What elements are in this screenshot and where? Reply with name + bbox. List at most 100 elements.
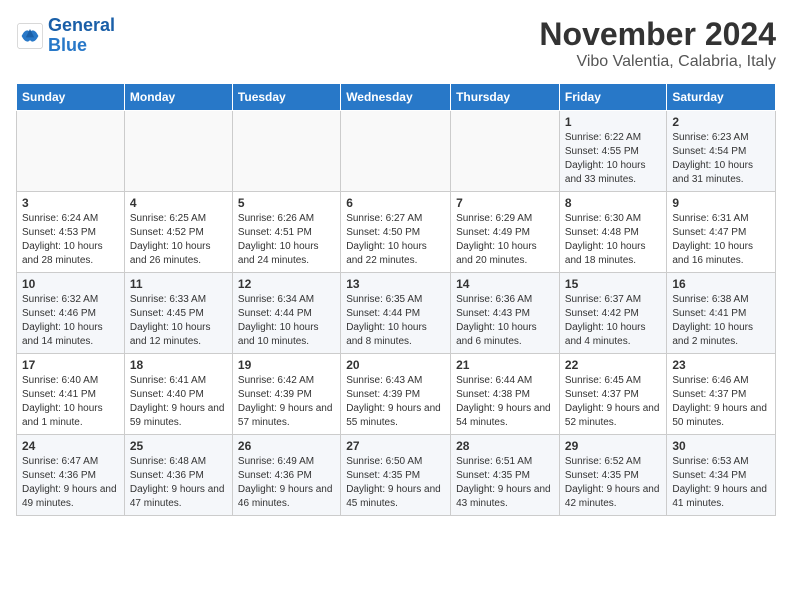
day-info: Sunrise: 6:25 AM Sunset: 4:52 PM Dayligh…	[130, 212, 227, 268]
calendar-cell: 9 Sunrise: 6:31 AM Sunset: 4:47 PM Daylig…	[667, 192, 776, 273]
day-number: 11	[130, 277, 227, 291]
day-info: Sunrise: 6:31 AM Sunset: 4:47 PM Dayligh…	[672, 212, 770, 268]
calendar-cell: 29 Sunrise: 6:52 AM Sunset: 4:35 PM Dayli…	[559, 435, 666, 516]
calendar-cell: 24Sunrise: 6:47 AM Sunset: 4:36 PM Dayli…	[17, 435, 125, 516]
calendar-cell: 2 Sunrise: 6:23 AM Sunset: 4:54 PM Daylig…	[667, 111, 776, 192]
logo: General Blue	[16, 16, 115, 56]
calendar-week-5: 24Sunrise: 6:47 AM Sunset: 4:36 PM Dayli…	[17, 435, 776, 516]
header-tuesday: Tuesday	[232, 84, 340, 111]
day-info: Sunrise: 6:34 AM Sunset: 4:44 PM Dayligh…	[238, 293, 335, 349]
header-monday: Monday	[124, 84, 232, 111]
day-number: 29	[565, 439, 661, 453]
day-info: Sunrise: 6:35 AM Sunset: 4:44 PM Dayligh…	[346, 293, 445, 349]
calendar-cell: 6 Sunrise: 6:27 AM Sunset: 4:50 PM Daylig…	[341, 192, 451, 273]
day-number: 25	[130, 439, 227, 453]
day-info: Sunrise: 6:38 AM Sunset: 4:41 PM Dayligh…	[672, 293, 770, 349]
calendar-cell: 1 Sunrise: 6:22 AM Sunset: 4:55 PM Daylig…	[559, 111, 666, 192]
calendar-cell	[451, 111, 560, 192]
day-number: 17	[22, 358, 119, 372]
calendar-cell: 25 Sunrise: 6:48 AM Sunset: 4:36 PM Dayli…	[124, 435, 232, 516]
calendar-week-4: 17 Sunrise: 6:40 AM Sunset: 4:41 PM Dayli…	[17, 354, 776, 435]
calendar-cell: 10 Sunrise: 6:32 AM Sunset: 4:46 PM Dayli…	[17, 273, 125, 354]
day-info: Sunrise: 6:37 AM Sunset: 4:42 PM Dayligh…	[565, 293, 661, 349]
calendar-cell: 18 Sunrise: 6:41 AM Sunset: 4:40 PM Dayli…	[124, 354, 232, 435]
day-number: 1	[565, 115, 661, 129]
calendar-cell: 30 Sunrise: 6:53 AM Sunset: 4:34 PM Dayli…	[667, 435, 776, 516]
day-info: Sunrise: 6:27 AM Sunset: 4:50 PM Dayligh…	[346, 212, 445, 268]
calendar-cell	[17, 111, 125, 192]
calendar-cell: 14 Sunrise: 6:36 AM Sunset: 4:43 PM Dayli…	[451, 273, 560, 354]
day-info: Sunrise: 6:24 AM Sunset: 4:53 PM Dayligh…	[22, 212, 119, 268]
logo-line1: General	[48, 15, 115, 35]
day-info: Sunrise: 6:32 AM Sunset: 4:46 PM Dayligh…	[22, 293, 119, 349]
header-thursday: Thursday	[451, 84, 560, 111]
day-info: Sunrise: 6:52 AM Sunset: 4:35 PM Dayligh…	[565, 455, 661, 511]
day-number: 21	[456, 358, 554, 372]
day-number: 28	[456, 439, 554, 453]
calendar-cell: 13 Sunrise: 6:35 AM Sunset: 4:44 PM Dayli…	[341, 273, 451, 354]
day-number: 12	[238, 277, 335, 291]
day-info: Sunrise: 6:22 AM Sunset: 4:55 PM Dayligh…	[565, 131, 661, 187]
calendar-cell: 16 Sunrise: 6:38 AM Sunset: 4:41 PM Dayli…	[667, 273, 776, 354]
day-number: 10	[22, 277, 119, 291]
calendar-cell: 28Sunrise: 6:51 AM Sunset: 4:35 PM Dayli…	[451, 435, 560, 516]
day-number: 18	[130, 358, 227, 372]
day-info: Sunrise: 6:23 AM Sunset: 4:54 PM Dayligh…	[672, 131, 770, 187]
day-number: 16	[672, 277, 770, 291]
day-number: 23	[672, 358, 770, 372]
calendar-cell: 20 Sunrise: 6:43 AM Sunset: 4:39 PM Dayli…	[341, 354, 451, 435]
day-info: Sunrise: 6:41 AM Sunset: 4:40 PM Dayligh…	[130, 374, 227, 430]
day-info: Sunrise: 6:36 AM Sunset: 4:43 PM Dayligh…	[456, 293, 554, 349]
calendar-cell: 27 Sunrise: 6:50 AM Sunset: 4:35 PM Dayli…	[341, 435, 451, 516]
day-number: 6	[346, 196, 445, 210]
day-number: 24	[22, 439, 119, 453]
calendar-cell: 3 Sunrise: 6:24 AM Sunset: 4:53 PM Daylig…	[17, 192, 125, 273]
day-info: Sunrise: 6:43 AM Sunset: 4:39 PM Dayligh…	[346, 374, 445, 430]
calendar-cell: 12 Sunrise: 6:34 AM Sunset: 4:44 PM Dayli…	[232, 273, 340, 354]
day-number: 22	[565, 358, 661, 372]
day-number: 13	[346, 277, 445, 291]
day-info: Sunrise: 6:42 AM Sunset: 4:39 PM Dayligh…	[238, 374, 335, 430]
day-number: 4	[130, 196, 227, 210]
day-number: 14	[456, 277, 554, 291]
calendar-cell: 17 Sunrise: 6:40 AM Sunset: 4:41 PM Dayli…	[17, 354, 125, 435]
header-sunday: Sunday	[17, 84, 125, 111]
day-info: Sunrise: 6:33 AM Sunset: 4:45 PM Dayligh…	[130, 293, 227, 349]
day-info: Sunrise: 6:26 AM Sunset: 4:51 PM Dayligh…	[238, 212, 335, 268]
day-info: Sunrise: 6:49 AM Sunset: 4:36 PM Dayligh…	[238, 455, 335, 511]
day-number: 20	[346, 358, 445, 372]
day-info: Sunrise: 6:44 AM Sunset: 4:38 PM Dayligh…	[456, 374, 554, 430]
day-number: 2	[672, 115, 770, 129]
logo-icon	[16, 22, 44, 50]
day-info: Sunrise: 6:53 AM Sunset: 4:34 PM Dayligh…	[672, 455, 770, 511]
calendar-cell: 15Sunrise: 6:37 AM Sunset: 4:42 PM Dayli…	[559, 273, 666, 354]
calendar-table: SundayMondayTuesdayWednesdayThursdayFrid…	[16, 83, 776, 516]
logo-text: General Blue	[48, 16, 115, 56]
calendar-cell	[341, 111, 451, 192]
calendar-cell: 19Sunrise: 6:42 AM Sunset: 4:39 PM Dayli…	[232, 354, 340, 435]
day-number: 5	[238, 196, 335, 210]
logo-line2: Blue	[48, 35, 87, 55]
day-info: Sunrise: 6:40 AM Sunset: 4:41 PM Dayligh…	[22, 374, 119, 430]
day-number: 7	[456, 196, 554, 210]
day-number: 9	[672, 196, 770, 210]
day-info: Sunrise: 6:48 AM Sunset: 4:36 PM Dayligh…	[130, 455, 227, 511]
day-info: Sunrise: 6:46 AM Sunset: 4:37 PM Dayligh…	[672, 374, 770, 430]
calendar-cell: 11 Sunrise: 6:33 AM Sunset: 4:45 PM Dayli…	[124, 273, 232, 354]
day-number: 3	[22, 196, 119, 210]
calendar-header-row: SundayMondayTuesdayWednesdayThursdayFrid…	[17, 84, 776, 111]
calendar-cell: 23 Sunrise: 6:46 AM Sunset: 4:37 PM Dayli…	[667, 354, 776, 435]
day-number: 30	[672, 439, 770, 453]
header-saturday: Saturday	[667, 84, 776, 111]
calendar-cell: 26 Sunrise: 6:49 AM Sunset: 4:36 PM Dayli…	[232, 435, 340, 516]
month-title: November 2024	[539, 16, 776, 53]
calendar-cell: 21 Sunrise: 6:44 AM Sunset: 4:38 PM Dayli…	[451, 354, 560, 435]
day-info: Sunrise: 6:30 AM Sunset: 4:48 PM Dayligh…	[565, 212, 661, 268]
calendar-cell: 4 Sunrise: 6:25 AM Sunset: 4:52 PM Daylig…	[124, 192, 232, 273]
day-info: Sunrise: 6:50 AM Sunset: 4:35 PM Dayligh…	[346, 455, 445, 511]
calendar-cell: 7Sunrise: 6:29 AM Sunset: 4:49 PM Daylig…	[451, 192, 560, 273]
calendar-week-3: 10 Sunrise: 6:32 AM Sunset: 4:46 PM Dayli…	[17, 273, 776, 354]
day-number: 26	[238, 439, 335, 453]
calendar-cell	[124, 111, 232, 192]
day-number: 27	[346, 439, 445, 453]
